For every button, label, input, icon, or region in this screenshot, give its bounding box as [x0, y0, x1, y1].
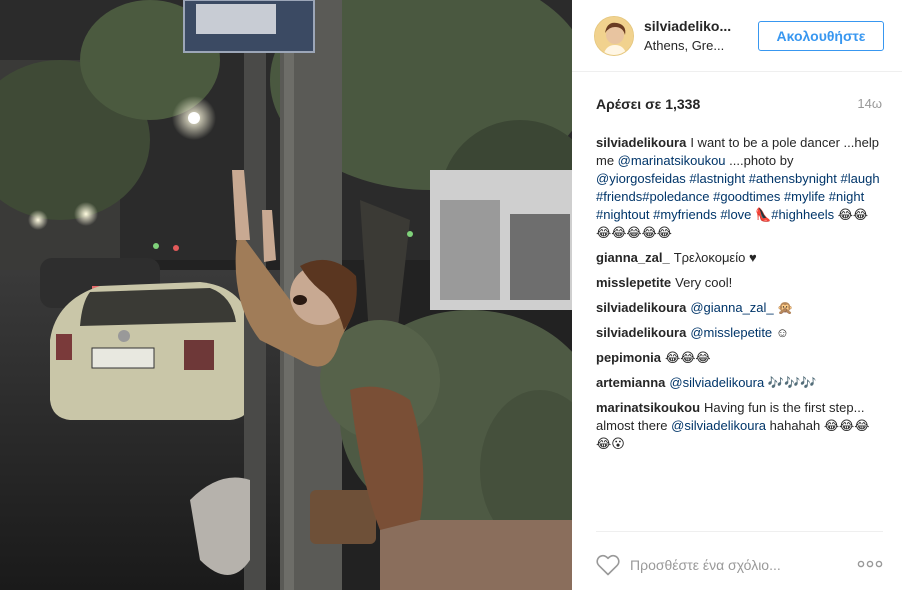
likes-row: Αρέσει σε 1,338 14ω [596, 96, 882, 116]
comment-text: 👠 [751, 207, 772, 222]
post-header: silviadeliko... Athens, Gre... Ακολουθήσ… [572, 0, 902, 72]
comment-item: gianna_zal_ Τρελοκομείο ♥ [596, 249, 882, 267]
post-photo[interactable] [0, 0, 572, 590]
follow-button[interactable]: Ακολουθήστε [758, 21, 884, 51]
hashtag-link[interactable]: #highheels [771, 207, 834, 222]
comment-author[interactable]: pepimonia [596, 350, 661, 365]
post-footer [596, 531, 883, 590]
avatar-image [595, 17, 633, 55]
comment-text: 🙊 [773, 300, 794, 315]
hashtag-link[interactable]: @silviadelikoura [671, 418, 766, 433]
comment-author[interactable]: silviadelikoura [596, 300, 686, 315]
username-link[interactable]: silviadeliko... [644, 18, 731, 34]
hashtag-link[interactable]: #poledance [642, 189, 709, 204]
more-options-icon[interactable] [857, 556, 883, 572]
hashtag-link[interactable]: @misslepetite [690, 325, 772, 340]
avatar[interactable] [594, 16, 634, 56]
hashtag-link[interactable]: @yiorgosfeidas [596, 171, 686, 186]
hashtag-link[interactable]: #nightout [596, 207, 650, 222]
hashtag-link[interactable]: #goodtimes [713, 189, 780, 204]
comment-author[interactable]: marinatsikoukou [596, 400, 700, 415]
caption-text: I want to be a pole dancer ...help me @m… [596, 135, 880, 240]
comment-text: Very cool! [675, 275, 733, 290]
comment-text: ☺ [772, 325, 790, 340]
comment-text: 😂😂😂 [665, 350, 711, 365]
comment-item: silviadelikoura @misslepetite ☺ [596, 324, 882, 342]
hashtag-link[interactable]: #athensbynight [749, 171, 837, 186]
hashtag-link[interactable]: @marinatsikoukou [618, 153, 726, 168]
comment-item: silviadelikoura @gianna_zal_ 🙊 [596, 299, 882, 317]
comment-author[interactable]: misslepetite [596, 275, 671, 290]
comment-item: marinatsikoukou Having fun is the first s… [596, 399, 882, 453]
hashtag-link[interactable]: @silviadelikoura [669, 375, 764, 390]
comment-text: ....photo by [725, 153, 794, 168]
hashtag-link[interactable]: #love [720, 207, 751, 222]
hashtag-link[interactable]: #mylife [784, 189, 825, 204]
comment-author[interactable]: artemianna [596, 375, 665, 390]
comment-text: 🎶🎶🎶 [764, 375, 817, 390]
likes-count[interactable]: Αρέσει σε 1,338 [596, 96, 700, 112]
hashtag-link[interactable]: #laugh [841, 171, 880, 186]
hashtag-link[interactable]: #friends [596, 189, 642, 204]
hashtag-link[interactable]: @gianna_zal_ [690, 300, 773, 315]
hashtag-link[interactable]: #lastnight [689, 171, 745, 186]
post-sidebar: silviadeliko... Athens, Gre... Ακολουθήσ… [572, 0, 902, 590]
comment-item: misslepetite Very cool! [596, 274, 882, 292]
comment-author[interactable]: silviadelikoura [596, 325, 686, 340]
location-link[interactable]: Athens, Gre... [644, 38, 724, 53]
comments-list: silviadelikoura I want to be a pole dance… [596, 134, 882, 460]
comment-item: artemianna @silviadelikoura 🎶🎶🎶 [596, 374, 882, 392]
comment-author[interactable]: silviadelikoura [596, 135, 686, 150]
photo-illustration [0, 0, 572, 590]
caption: silviadelikoura I want to be a pole dance… [596, 134, 882, 242]
comment-item: pepimonia 😂😂😂 [596, 349, 882, 367]
hashtag-link[interactable]: #night [829, 189, 864, 204]
post-time[interactable]: 14ω [857, 96, 882, 111]
comment-author[interactable]: gianna_zal_ [596, 250, 670, 265]
comment-text: Τρελοκομείο ♥ [673, 250, 757, 265]
comment-input[interactable] [630, 554, 840, 576]
hashtag-link[interactable]: #myfriends [653, 207, 717, 222]
heart-outline-icon[interactable] [596, 554, 620, 576]
